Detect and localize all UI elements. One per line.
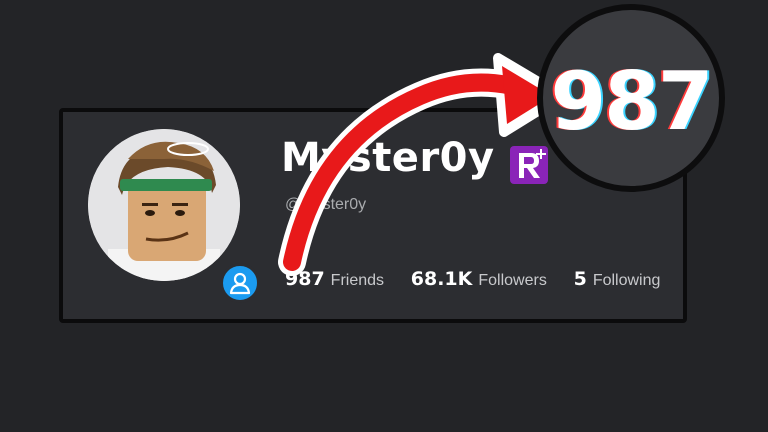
- friends-stat[interactable]: 987 Friends: [285, 268, 384, 290]
- followers-stat[interactable]: 68.1K Followers: [411, 268, 547, 290]
- friends-count: 987: [285, 268, 325, 290]
- followers-count: 68.1K: [410, 268, 473, 290]
- following-label: Following: [592, 272, 661, 289]
- online-status-badge: [220, 263, 260, 303]
- profile-stats: 987 Friends 68.1K Followers 5 Following: [285, 268, 682, 290]
- avatar[interactable]: [88, 129, 240, 281]
- premium-r-icon: [509, 145, 549, 185]
- friends-label: Friends: [330, 272, 385, 289]
- following-stat[interactable]: 5 Following: [574, 268, 661, 290]
- zoomed-friends-count: 987: [550, 55, 714, 148]
- online-person-icon: [229, 272, 251, 295]
- avatar-image: [88, 129, 240, 281]
- display-name: Myster0y: [281, 135, 495, 181]
- followers-label: Followers: [478, 272, 547, 289]
- following-count: 5: [573, 268, 587, 290]
- username-handle: @Myster0y: [285, 196, 367, 213]
- zoomed-friends-callout: 987: [537, 4, 725, 192]
